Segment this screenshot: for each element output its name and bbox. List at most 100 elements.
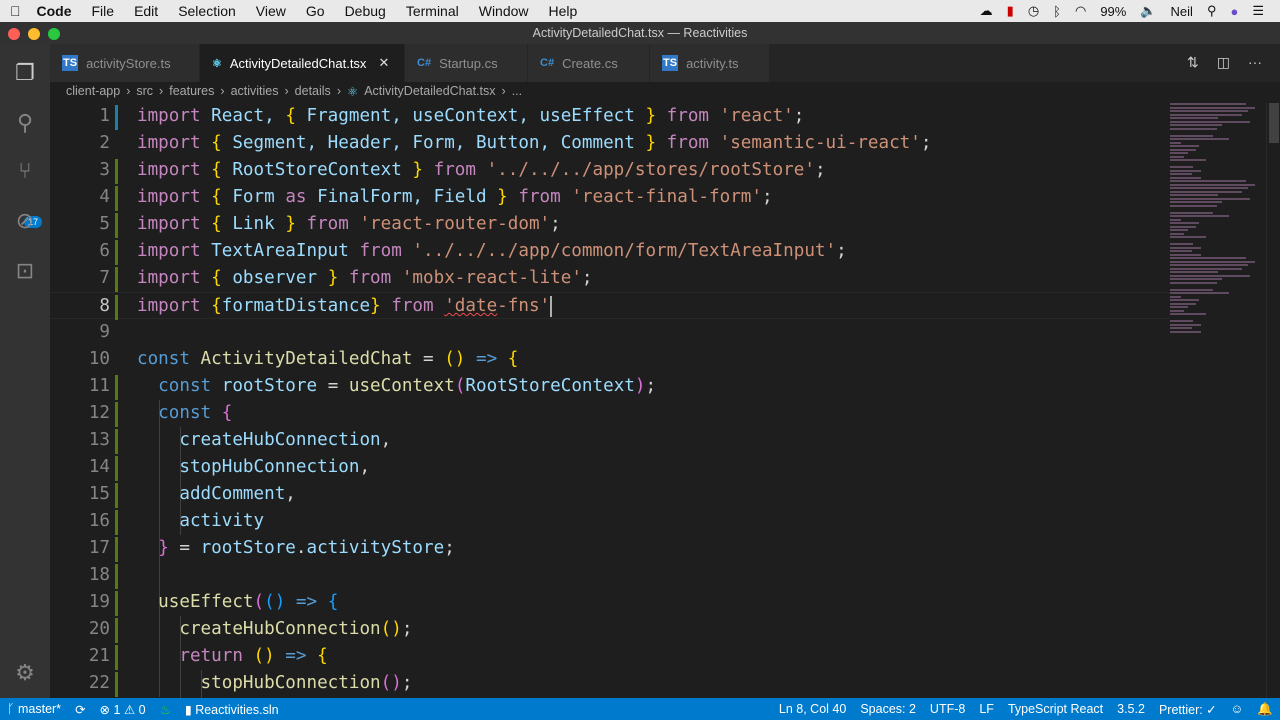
- siri-icon[interactable]: ●: [1230, 4, 1238, 19]
- git-gutter-indicator[interactable]: [115, 618, 118, 643]
- more-actions-icon[interactable]: ···: [1248, 54, 1262, 71]
- git-gutter-indicator[interactable]: [115, 510, 118, 535]
- close-window-button[interactable]: [8, 28, 20, 40]
- minimap[interactable]: [1170, 103, 1260, 333]
- git-gutter-indicator[interactable]: [115, 402, 118, 427]
- language-mode[interactable]: TypeScript React: [1001, 702, 1110, 717]
- notification-center-icon[interactable]: ☰: [1252, 3, 1264, 19]
- git-gutter-indicator[interactable]: [115, 159, 118, 184]
- solution-indicator[interactable]: ▮ Reactivities.sln: [178, 702, 286, 717]
- extensions-icon[interactable]: ⊡: [0, 246, 50, 296]
- cloud-icon[interactable]: ☁: [980, 3, 993, 19]
- breadcrumb-item[interactable]: ...: [512, 84, 522, 98]
- breadcrumb-item[interactable]: features: [169, 84, 214, 98]
- code-line[interactable]: 4 import { Form as FinalForm, Field } fro…: [50, 184, 1170, 211]
- menu-terminal[interactable]: Terminal: [396, 3, 469, 19]
- zoom-window-button[interactable]: [48, 28, 60, 40]
- tab-startup[interactable]: C# Startup.cs: [405, 44, 528, 82]
- sync-icon[interactable]: ⟳: [68, 702, 92, 717]
- menu-app-name[interactable]: Code: [31, 3, 82, 19]
- explorer-icon[interactable]: ❐: [0, 48, 50, 98]
- bluetooth-icon[interactable]: ᛒ: [1053, 4, 1061, 19]
- code-line[interactable]: 3 import { RootStoreContext } from '../..…: [50, 157, 1170, 184]
- git-gutter-indicator[interactable]: [115, 537, 118, 562]
- code-line[interactable]: 15 addComment,: [50, 481, 1170, 508]
- code-line[interactable]: 2 import { Segment, Header, Form, Button,…: [50, 130, 1170, 157]
- code-line[interactable]: 5 import { Link } from 'react-router-dom'…: [50, 211, 1170, 238]
- menu-view[interactable]: View: [246, 3, 296, 19]
- git-gutter-indicator[interactable]: [115, 672, 118, 697]
- git-gutter-indicator[interactable]: [115, 375, 118, 400]
- code-line[interactable]: 12 const {: [50, 400, 1170, 427]
- breadcrumb-item[interactable]: details: [295, 84, 331, 98]
- code-line[interactable]: 10 const ActivityDetailedChat = () => {: [50, 346, 1170, 373]
- git-branch[interactable]: ᚴ master*: [0, 702, 68, 716]
- menu-selection[interactable]: Selection: [168, 3, 246, 19]
- code-line[interactable]: 21 return () => {: [50, 643, 1170, 670]
- code-line[interactable]: 14 stopHubConnection,: [50, 454, 1170, 481]
- menu-window[interactable]: Window: [469, 3, 539, 19]
- git-gutter-indicator[interactable]: [115, 186, 118, 211]
- code-editor[interactable]: 1 import React, { Fragment, useContext, u…: [50, 103, 1280, 698]
- editor-scrollbar[interactable]: [1266, 103, 1280, 698]
- feedback-icon[interactable]: ☺: [1224, 702, 1251, 717]
- code-line[interactable]: 22 stopHubConnection();: [50, 670, 1170, 697]
- debug-icon[interactable]: ⊘: [0, 196, 50, 246]
- code-line[interactable]: 9: [50, 319, 1170, 346]
- code-line[interactable]: 18: [50, 562, 1170, 589]
- indentation[interactable]: Spaces: 2: [853, 702, 923, 717]
- prettier-status[interactable]: Prettier: ✓: [1152, 702, 1224, 717]
- cursor-position[interactable]: Ln 8, Col 40: [772, 702, 853, 717]
- menu-file[interactable]: File: [82, 3, 125, 19]
- code-line[interactable]: 17 } = rootStore.activityStore;: [50, 535, 1170, 562]
- code-line[interactable]: 11 const rootStore = useContext(RootStor…: [50, 373, 1170, 400]
- wifi-icon[interactable]: ◠: [1075, 3, 1086, 19]
- git-gutter-indicator[interactable]: [115, 240, 118, 265]
- spotlight-icon[interactable]: ⚲: [1207, 3, 1217, 19]
- settings-gear-icon[interactable]: ⚙: [0, 648, 50, 698]
- git-gutter-indicator[interactable]: [115, 429, 118, 454]
- apple-icon[interactable]: : [0, 3, 31, 19]
- code-line[interactable]: 8 import {formatDistance} from 'date-fns': [50, 292, 1170, 320]
- scrollbar-thumb[interactable]: [1269, 103, 1279, 143]
- code-line[interactable]: 13 createHubConnection,: [50, 427, 1170, 454]
- git-gutter-indicator[interactable]: [115, 483, 118, 508]
- breadcrumb-item[interactable]: client-app: [66, 84, 120, 98]
- code-line[interactable]: 20 createHubConnection();: [50, 616, 1170, 643]
- tab-activitystore[interactable]: TS activityStore.ts: [50, 44, 200, 82]
- breadcrumb-item[interactable]: src: [136, 84, 153, 98]
- menu-help[interactable]: Help: [539, 3, 588, 19]
- battery-percent[interactable]: 99%: [1100, 4, 1126, 19]
- tab-create[interactable]: C# Create.cs: [528, 44, 650, 82]
- menu-go[interactable]: Go: [296, 3, 335, 19]
- git-gutter-indicator[interactable]: [115, 591, 118, 616]
- code-line[interactable]: 7 import { observer } from 'mobx-react-li…: [50, 265, 1170, 292]
- tab-activity[interactable]: TS activity.ts: [650, 44, 770, 82]
- code-line[interactable]: 1 import React, { Fragment, useContext, u…: [50, 103, 1170, 130]
- git-gutter-indicator[interactable]: [115, 456, 118, 481]
- typescript-version[interactable]: 3.5.2: [1110, 702, 1152, 717]
- breadcrumb-item[interactable]: activities: [231, 84, 279, 98]
- encoding[interactable]: UTF-8: [923, 702, 972, 717]
- menu-edit[interactable]: Edit: [124, 3, 168, 19]
- minimize-window-button[interactable]: [28, 28, 40, 40]
- tab-activitydetailedchat[interactable]: ⚛ ActivityDetailedChat.tsx ✕: [200, 44, 405, 82]
- git-gutter-indicator[interactable]: [115, 564, 118, 589]
- source-control-icon[interactable]: ⑂: [0, 146, 50, 196]
- git-gutter-indicator[interactable]: [115, 213, 118, 238]
- code-line[interactable]: 16 activity: [50, 508, 1170, 535]
- problems-indicator[interactable]: ⊗ 1 ⚠ 0: [93, 702, 153, 717]
- recorder-icon[interactable]: ▮: [1007, 3, 1014, 19]
- git-gutter-indicator[interactable]: [115, 105, 118, 130]
- search-icon[interactable]: ⚲: [0, 98, 50, 148]
- git-gutter-indicator[interactable]: [115, 295, 118, 320]
- line-ending[interactable]: LF: [972, 702, 1001, 717]
- time-machine-icon[interactable]: ◷: [1028, 3, 1039, 19]
- code-line[interactable]: 6 import TextAreaInput from '../../../app…: [50, 238, 1170, 265]
- menu-debug[interactable]: Debug: [335, 3, 396, 19]
- flame-icon[interactable]: ♨: [153, 702, 178, 717]
- git-gutter-indicator[interactable]: [115, 267, 118, 292]
- volume-icon[interactable]: 🔈: [1140, 3, 1156, 19]
- git-gutter-indicator[interactable]: [115, 645, 118, 670]
- split-editor-icon[interactable]: ◫: [1217, 54, 1230, 71]
